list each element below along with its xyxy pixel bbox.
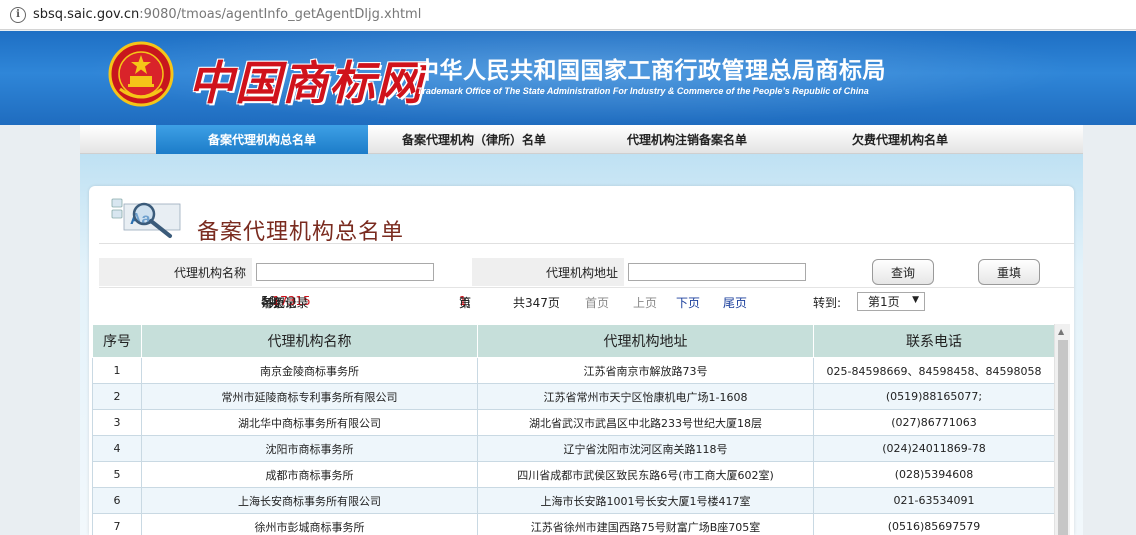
reset-button[interactable]: 重填 <box>978 259 1040 285</box>
total-suffix: 条记录 <box>272 296 309 310</box>
cell-name: 成都市商标事务所 <box>141 461 478 488</box>
col-header-index: 序号 <box>92 324 142 358</box>
col-header-phone: 联系电话 <box>813 324 1055 358</box>
current-suffix: 页 <box>459 296 472 310</box>
cell-name: 徐州市彭城商标事务所 <box>141 513 478 535</box>
agents-table: 序号 代理机构名称 代理机构地址 联系电话 1 南京金陵商标事务所 江苏省南京市… <box>92 324 1055 535</box>
tab-all-agents[interactable]: 备案代理机构总名单 <box>156 125 368 154</box>
col-header-address: 代理机构地址 <box>477 324 814 358</box>
cell-address: 湖北省武汉市武昌区中北路233号世纪大厦18层 <box>477 409 814 436</box>
cell-address: 上海市长安路1001号长安大厦1号楼417室 <box>477 487 814 514</box>
total-pages: 共347页 <box>513 296 560 310</box>
magnifier-search-icon: Aa <box>111 198 181 238</box>
site-logo[interactable]: 中国商标网 <box>188 47 423 113</box>
main-nav: 备案代理机构总名单 备案代理机构（律所）名单 代理机构注销备案名单 欠费代理机构… <box>80 125 1083 154</box>
cell-address: 辽宁省沈阳市沈河区南关路118号 <box>477 435 814 462</box>
agent-address-input[interactable] <box>628 263 806 281</box>
table-scrollbar[interactable]: ▲ <box>1054 324 1070 535</box>
cell-index: 1 <box>92 357 142 384</box>
cell-phone: (027)86771063 <box>813 409 1055 436</box>
last-page-link[interactable]: 尾页 <box>723 294 747 311</box>
col-header-name: 代理机构名称 <box>141 324 478 358</box>
table-header-row: 序号 代理机构名称 代理机构地址 联系电话 <box>92 324 1055 358</box>
cell-name: 沈阳市商标事务所 <box>141 435 478 462</box>
cell-index: 7 <box>92 513 142 535</box>
scrollbar-thumb[interactable] <box>1058 340 1068 535</box>
page-select[interactable]: 第1页 ▼ <box>857 292 925 311</box>
cell-index: 6 <box>92 487 142 514</box>
cell-phone: (028)5394608 <box>813 461 1055 488</box>
first-page-link[interactable]: 首页 <box>585 294 609 311</box>
page-select-value: 第1页 <box>868 295 900 309</box>
agent-address-label: 代理机构地址 <box>472 258 624 286</box>
form-divider <box>99 287 1074 288</box>
title-divider <box>99 243 1074 244</box>
cell-address: 四川省成都市武侯区致民东路6号(市工商大厦602室) <box>477 461 814 488</box>
agents-table-container: 序号 代理机构名称 代理机构地址 联系电话 1 南京金陵商标事务所 江苏省南京市… <box>92 324 1070 535</box>
agent-name-label: 代理机构名称 <box>99 258 252 286</box>
cell-name: 上海长安商标事务所有限公司 <box>141 487 478 514</box>
cell-index: 4 <box>92 435 142 462</box>
table-row: 5 成都市商标事务所 四川省成都市武侯区致民东路6号(市工商大厦602室) (0… <box>92 461 1055 488</box>
cell-name: 常州市延陵商标专利事务所有限公司 <box>141 383 478 410</box>
cell-address: 江苏省徐州市建国西路75号财富广场B座705室 <box>477 513 814 535</box>
table-row: 1 南京金陵商标事务所 江苏省南京市解放路73号 025-84598669、84… <box>92 357 1055 384</box>
table-row: 2 常州市延陵商标专利事务所有限公司 江苏省常州市天宁区怡康机电广场1-1608… <box>92 383 1055 410</box>
table-row: 7 徐州市彭城商标事务所 江苏省徐州市建国西路75号财富广场B座705室 (05… <box>92 513 1055 535</box>
url-host: sbsq.saic.gov.cn <box>33 7 140 22</box>
cell-index: 5 <box>92 461 142 488</box>
tab-law-firm-agents[interactable]: 备案代理机构（律所）名单 <box>368 125 580 154</box>
cell-address: 江苏省常州市天宁区怡康机电广场1-1608 <box>477 383 814 410</box>
page-title: 备案代理机构总名单 <box>197 220 405 245</box>
cell-address: 江苏省南京市解放路73号 <box>477 357 814 384</box>
table-row: 4 沈阳市商标事务所 辽宁省沈阳市沈河区南关路118号 (024)2401186… <box>92 435 1055 462</box>
dropdown-arrow-icon: ▼ <box>912 295 919 305</box>
bureau-name-en: Trademark Office of The State Administra… <box>417 86 869 96</box>
cell-name: 湖北华中商标事务所有限公司 <box>141 409 478 436</box>
prev-page-link[interactable]: 上页 <box>633 294 657 311</box>
next-page-link[interactable]: 下页 <box>676 294 700 311</box>
cell-phone: (0516)85697579 <box>813 513 1055 535</box>
national-emblem-icon <box>108 41 174 107</box>
table-row: 6 上海长安商标事务所有限公司 上海市长安路1001号长安大厦1号楼417室 0… <box>92 487 1055 514</box>
agent-name-input[interactable] <box>256 263 434 281</box>
records-info: 每页 50 条记录 共 17315 条记录 <box>261 294 311 310</box>
bureau-name-cn: 中华人民共和国国家工商行政管理总局商标局 <box>416 58 886 84</box>
header-banner: 中国商标网 中华人民共和国国家工商行政管理总局商标局 Trademark Off… <box>0 31 1136 125</box>
goto-label: 转到: <box>813 296 842 310</box>
query-button[interactable]: 查询 <box>872 259 934 285</box>
cell-index: 2 <box>92 383 142 410</box>
cell-phone: 021-63534091 <box>813 487 1055 514</box>
cell-phone: (0519)88165077; <box>813 383 1055 410</box>
url-path: :9080/tmoas/agentInfo_getAgentDljg.xhtml <box>139 7 422 22</box>
scroll-up-icon[interactable]: ▲ <box>1058 327 1064 336</box>
tab-arrears-agents[interactable]: 欠费代理机构名单 <box>794 125 1006 154</box>
url-text[interactable]: sbsq.saic.gov.cn:9080/tmoas/agentInfo_ge… <box>33 7 421 22</box>
cell-index: 3 <box>92 409 142 436</box>
cell-name: 南京金陵商标事务所 <box>141 357 478 384</box>
pagination-bar: 每页 50 条记录 共 17315 条记录 第1页 共347页 首页 上页 下页 尾页… <box>0 294 1136 310</box>
info-icon[interactable]: i <box>10 6 26 23</box>
tab-deregistered-agents[interactable]: 代理机构注销备案名单 <box>580 125 794 154</box>
address-bar[interactable]: i sbsq.saic.gov.cn:9080/tmoas/agentInfo_… <box>0 0 1136 30</box>
cell-phone: (024)24011869-78 <box>813 435 1055 462</box>
cell-phone: 025-84598669、84598458、84598058 <box>813 357 1055 384</box>
table-row: 3 湖北华中商标事务所有限公司 湖北省武汉市武昌区中北路233号世纪大厦18层 … <box>92 409 1055 436</box>
